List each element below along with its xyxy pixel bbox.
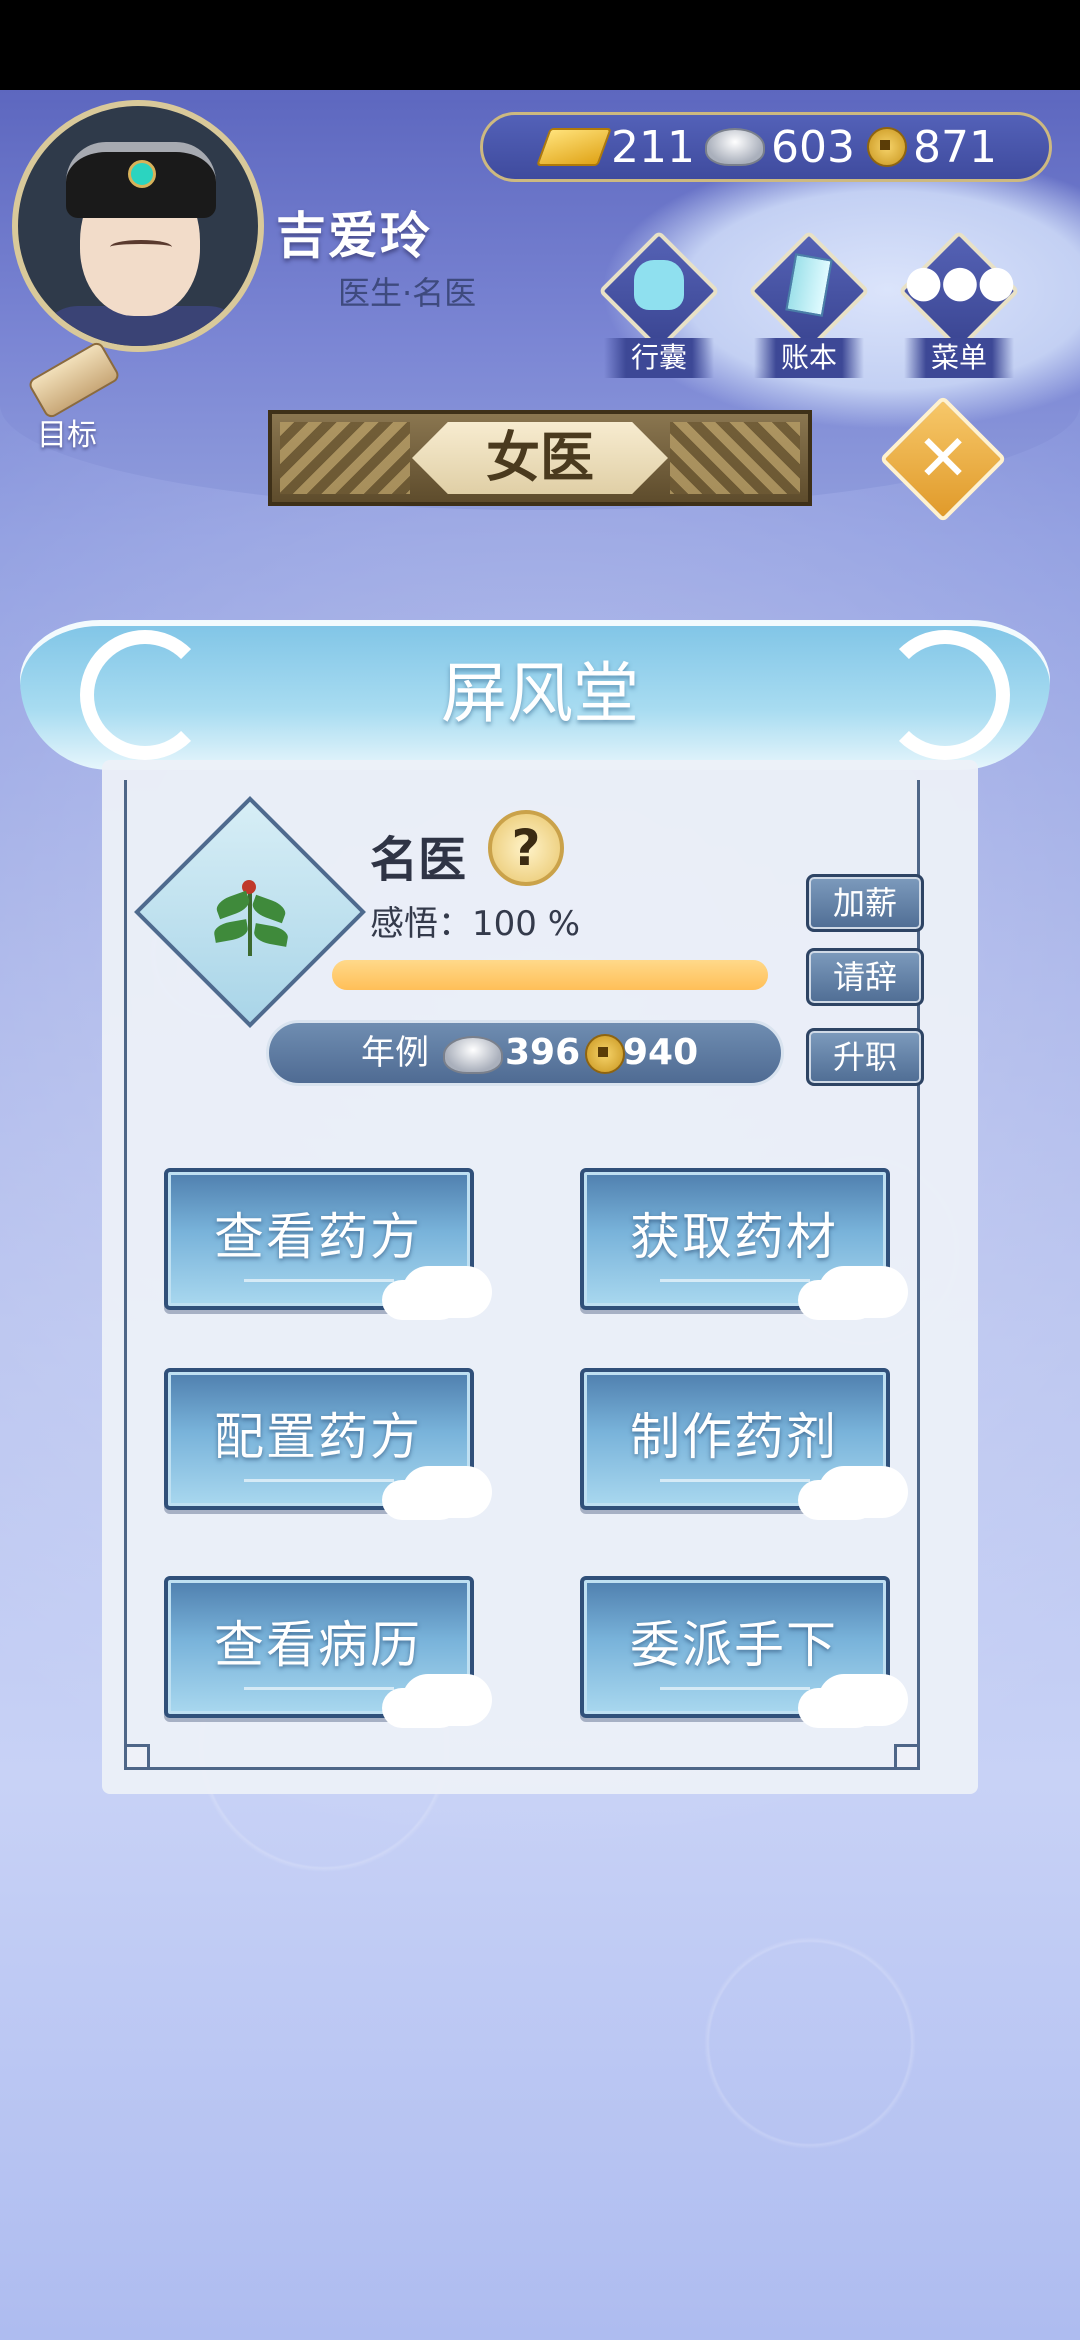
view-records-button[interactable]: 查看病历	[164, 1576, 492, 1726]
salary-coins: 940	[623, 1032, 699, 1073]
avatar-hat-gem	[128, 160, 156, 188]
assign-subordinates-label: 委派手下	[630, 1616, 838, 1674]
insight-progress-bar	[332, 960, 768, 990]
frame-corner-right	[894, 1744, 920, 1770]
frame-corner-left	[124, 1744, 150, 1770]
ledger-label: 账本	[754, 338, 864, 378]
ledger-icon	[785, 253, 833, 317]
menu-label: 菜单	[904, 338, 1014, 378]
gold-currency: 211	[536, 115, 695, 179]
doctor-rank: 名医	[370, 832, 467, 888]
silver-ingot-icon	[443, 1036, 503, 1074]
resign-button[interactable]: 请辞	[806, 948, 924, 1006]
coin-currency: 871	[867, 115, 997, 179]
view-records-label: 查看病历	[214, 1616, 422, 1674]
hall-name: 屏风堂	[441, 655, 639, 732]
get-herbs-label: 获取药材	[630, 1208, 838, 1266]
title-banner: 女医	[268, 410, 812, 506]
bag-icon	[634, 260, 684, 310]
goal-label: 目标	[37, 418, 97, 453]
scroll-icon	[26, 339, 122, 421]
herb-icon	[206, 870, 296, 960]
insight-progress-fill	[332, 960, 768, 990]
goal-button[interactable]: 目标	[12, 339, 122, 453]
salary-label: 年例	[361, 1033, 429, 1073]
more-dots-icon: ●●●	[904, 256, 1015, 307]
menu-button[interactable]: ●●● 菜单	[894, 226, 1024, 378]
bag-label: 行囊	[604, 338, 714, 378]
assign-subordinates-button[interactable]: 委派手下	[580, 1576, 908, 1726]
copper-coin-icon	[585, 1034, 625, 1074]
insight-text: 感悟：100 %	[370, 904, 581, 944]
currency-bar: 211 603 871	[480, 112, 1052, 182]
view-prescriptions-button[interactable]: 查看药方	[164, 1168, 492, 1318]
configure-prescriptions-label: 配置药方	[214, 1408, 422, 1466]
bag-button[interactable]: 行囊	[594, 226, 724, 378]
configure-prescriptions-button[interactable]: 配置药方	[164, 1368, 492, 1518]
page-title: 女医	[486, 426, 594, 489]
help-icon[interactable]: ?	[488, 810, 564, 886]
silver-currency: 603	[705, 115, 855, 179]
annual-salary-bar: 年例 396 940	[266, 1020, 784, 1086]
promote-button[interactable]: 升职	[806, 1028, 924, 1086]
player-avatar[interactable]	[12, 100, 264, 352]
make-medicine-label: 制作药剂	[630, 1408, 838, 1466]
player-name: 吉爱玲	[276, 207, 432, 265]
avatar-eyes	[110, 240, 172, 254]
make-medicine-button[interactable]: 制作药剂	[580, 1368, 908, 1518]
copper-coin-icon	[867, 127, 907, 167]
raise-salary-button[interactable]: 加薪	[806, 874, 924, 932]
ledger-button[interactable]: 账本	[744, 226, 874, 378]
get-herbs-button[interactable]: 获取药材	[580, 1168, 908, 1318]
status-bar	[0, 0, 1080, 90]
silver-ingot-icon	[705, 128, 765, 166]
close-icon[interactable]: ✕	[898, 414, 988, 504]
salary-silver: 396	[505, 1032, 581, 1073]
view-prescriptions-label: 查看药方	[214, 1208, 422, 1266]
gold-bar-icon	[536, 128, 612, 166]
player-title: 医生·名医	[338, 274, 477, 312]
silver-amount: 603	[771, 121, 855, 173]
gold-amount: 211	[611, 121, 695, 173]
coin-amount: 871	[913, 121, 997, 173]
